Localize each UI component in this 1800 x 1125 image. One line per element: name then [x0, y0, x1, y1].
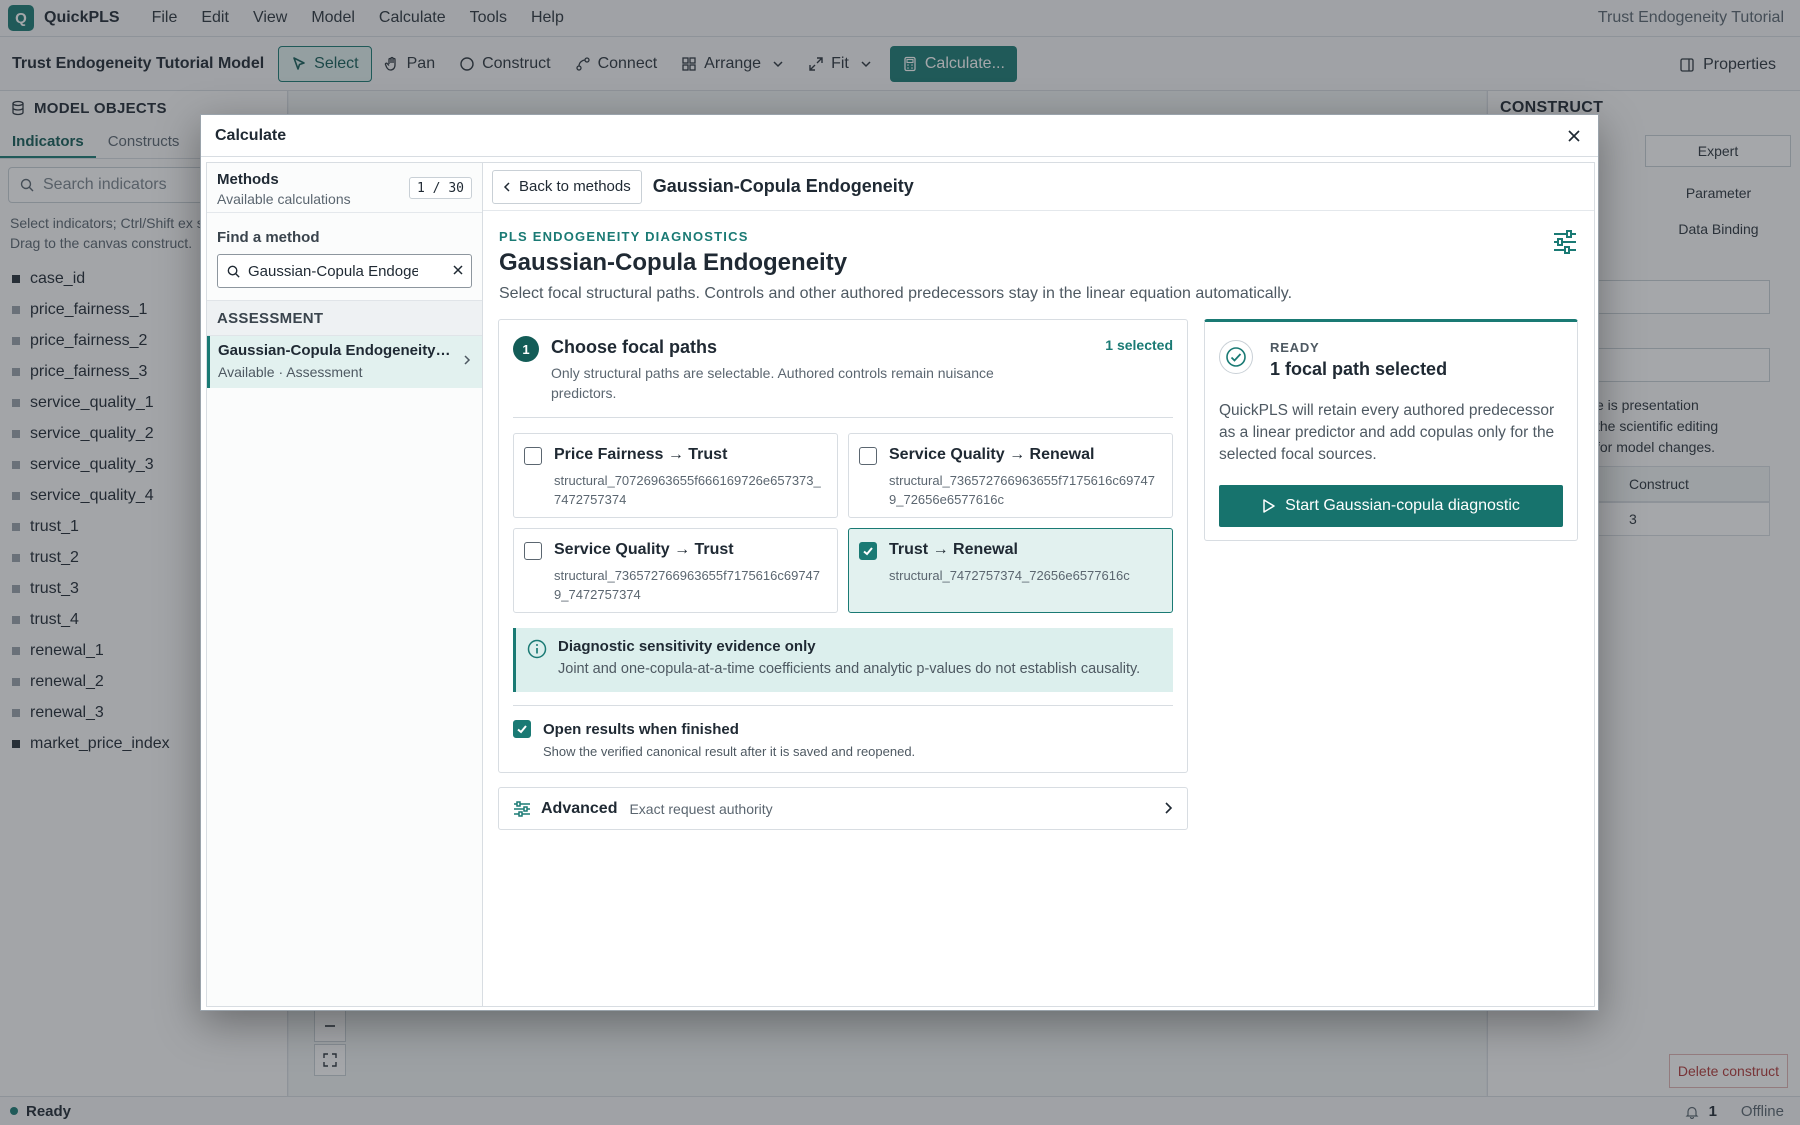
- method-category: PLS ENDOGENEITY DIAGNOSTICS: [499, 229, 749, 244]
- method-item-name: Gaussian-Copula Endogeneity Diagnostic: [218, 342, 452, 359]
- path-checkbox[interactable]: [859, 447, 877, 465]
- path-checkbox[interactable]: [524, 447, 542, 465]
- path-option-price-fairness-trust[interactable]: Price Fairness → Trust structural_707269…: [513, 433, 838, 518]
- method-title: Gaussian-Copula Endogeneity: [499, 249, 848, 276]
- dialog-title: Calculate: [215, 126, 287, 144]
- path-option-service-quality-trust[interactable]: Service Quality → Trust structural_73657…: [513, 528, 838, 613]
- advanced-title: Advanced: [541, 799, 618, 817]
- ready-status-label: READY: [1270, 340, 1320, 355]
- path-option-service-quality-renewal[interactable]: Service Quality → Renewal structural_736…: [848, 433, 1173, 518]
- method-list-item[interactable]: Gaussian-Copula Endogeneity Diagnostic A…: [207, 336, 482, 388]
- path-title: Price Fairness → Trust: [554, 446, 728, 463]
- method-group-label: ASSESSMENT: [207, 300, 482, 336]
- step-title: Choose focal paths: [551, 337, 718, 357]
- play-icon: [1262, 498, 1276, 514]
- dialog-header: Calculate: [201, 115, 1598, 157]
- calculate-dialog: Calculate Methods Available calculations…: [200, 114, 1599, 1011]
- path-checkbox-checked[interactable]: [859, 542, 877, 560]
- close-icon: [1567, 129, 1581, 143]
- method-item-meta: Available · Assessment: [218, 364, 363, 380]
- checkmark-icon: [863, 547, 873, 556]
- divider: [513, 417, 1173, 418]
- open-results-checkbox[interactable]: [513, 720, 531, 738]
- sliders-icon: [513, 800, 531, 818]
- focal-paths-card: 1 Choose focal paths 1 selected Only str…: [498, 319, 1188, 773]
- path-id: structural_7472757374_72656e6577616c: [889, 568, 1130, 583]
- path-checkbox[interactable]: [524, 542, 542, 560]
- breadcrumb-title: Gaussian-Copula Endogeneity: [652, 176, 914, 196]
- path-id: structural_736572766963655f7175616c69747…: [889, 473, 1156, 507]
- checkmark-icon: [517, 725, 527, 734]
- start-diagnostic-button[interactable]: Start Gaussian-copula diagnostic: [1219, 485, 1563, 527]
- breadcrumb: Back to methods Gaussian-Copula Endogene…: [483, 163, 1594, 211]
- check-circle-icon: [1219, 340, 1253, 374]
- chevron-right-icon: [462, 354, 472, 366]
- open-results-label: Open results when finished: [543, 721, 739, 738]
- method-search-field[interactable]: [217, 254, 472, 288]
- divider: [513, 705, 1173, 706]
- path-title: Service Quality → Renewal: [889, 446, 1095, 463]
- info-icon: [527, 639, 547, 659]
- chevron-right-icon: [1163, 801, 1173, 815]
- advanced-subtitle: Exact request authority: [629, 800, 773, 817]
- selected-count: 1 selected: [1105, 337, 1173, 353]
- advanced-section-toggle[interactable]: Advanced Exact request authority: [498, 787, 1188, 830]
- methods-counter: 1 / 30: [409, 177, 472, 199]
- path-title: Trust → Renewal: [889, 541, 1018, 558]
- back-to-methods-button[interactable]: Back to methods: [492, 169, 642, 204]
- path-title: Service Quality → Trust: [554, 541, 734, 558]
- methods-header: Methods Available calculations 1 / 30: [207, 163, 482, 213]
- chevron-left-icon: [503, 181, 511, 193]
- notice-text: Joint and one-copula-at-a-time coefficie…: [558, 661, 1141, 677]
- start-diagnostic-label: Start Gaussian-copula diagnostic: [1285, 497, 1520, 514]
- method-search-input[interactable]: [248, 262, 418, 280]
- step-subtitle: Only structural paths are selectable. Au…: [551, 365, 994, 401]
- notice-title: Diagnostic sensitivity evidence only: [558, 638, 816, 655]
- find-method-label: Find a method: [217, 229, 320, 246]
- ready-description: QuickPLS will retain every authored pred…: [1219, 402, 1555, 463]
- step-number: 1: [513, 336, 539, 362]
- path-id: structural_736572766963655f7175616c69747…: [554, 568, 821, 602]
- ready-summary-card: READY 1 focal path selected QuickPLS wil…: [1204, 319, 1578, 541]
- methods-sidebar: Methods Available calculations 1 / 30 Fi…: [207, 163, 483, 1006]
- close-button[interactable]: [1562, 124, 1586, 148]
- path-id: structural_70726963655f666169726e657373_…: [554, 473, 821, 507]
- ready-title: 1 focal path selected: [1270, 359, 1448, 379]
- method-detail-pane: Back to methods Gaussian-Copula Endogene…: [483, 163, 1594, 1006]
- diagnostic-notice: Diagnostic sensitivity evidence only Joi…: [513, 628, 1173, 692]
- dialog-body: Methods Available calculations 1 / 30 Fi…: [206, 162, 1595, 1007]
- back-to-methods-label: Back to methods: [519, 178, 631, 195]
- clear-search-icon[interactable]: [451, 263, 465, 277]
- method-description: Select focal structural paths. Controls …: [499, 285, 1293, 302]
- search-icon: [226, 264, 241, 279]
- sliders-icon[interactable]: [1552, 229, 1578, 255]
- open-results-hint: Show the verified canonical result after…: [543, 744, 916, 759]
- path-option-trust-renewal[interactable]: Trust → Renewal structural_7472757374_72…: [848, 528, 1173, 613]
